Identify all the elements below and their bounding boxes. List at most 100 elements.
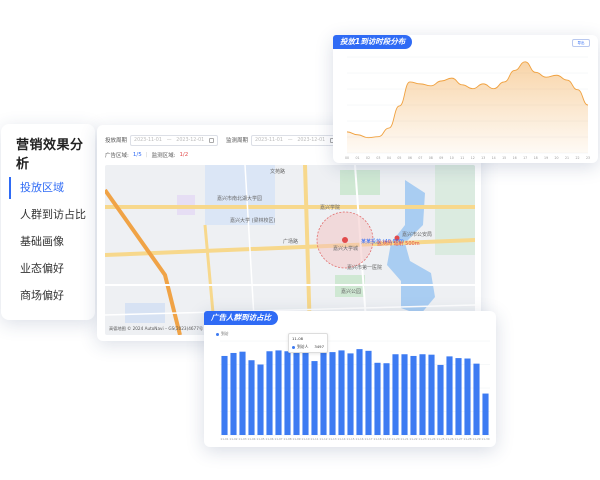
line-x-tick: 13 xyxy=(481,156,485,160)
bar[interactable] xyxy=(329,352,336,435)
bar[interactable] xyxy=(338,350,345,435)
bar[interactable] xyxy=(239,351,246,435)
sidebar-item-basic-profile[interactable]: 基础画像 xyxy=(9,231,91,253)
river-shape xyxy=(387,180,435,315)
center-marker-icon[interactable] xyxy=(342,237,348,243)
bar-x-tick: 11-11 xyxy=(310,437,318,441)
line-x-tick: 21 xyxy=(565,156,569,160)
delivery-period-picker[interactable]: 2023-11-01 — 2023-12-01 xyxy=(130,134,219,146)
bar[interactable] xyxy=(473,363,480,435)
sidebar-item-visit-ratio[interactable]: 人群到访占比 xyxy=(9,204,91,226)
bar-x-tick: 11-16 xyxy=(355,437,363,441)
bar[interactable] xyxy=(410,355,417,435)
bar-x-tick: 11-17 xyxy=(364,437,372,441)
bar[interactable] xyxy=(311,361,318,435)
map-copyright: 高德地图 © 2024 AutoNavi – GS(2023)4677号 xyxy=(109,325,203,332)
tooltip-value: 3497 xyxy=(314,344,324,349)
tooltip-dot-icon xyxy=(292,346,295,349)
monitor-period-label: 监测周期 xyxy=(226,138,249,144)
line-x-tick: 11 xyxy=(460,156,464,160)
bar[interactable] xyxy=(230,352,237,435)
bar-x-tick: 11-14 xyxy=(337,437,345,441)
bar[interactable] xyxy=(446,356,453,435)
bar-x-tick: 11-30 xyxy=(481,437,489,441)
bar-x-tick: 11-09 xyxy=(292,437,300,441)
line-x-tick: 22 xyxy=(575,156,579,160)
delivery-period-label: 投放周期 xyxy=(105,138,128,144)
ad-area-value[interactable]: 1/5 xyxy=(133,152,142,158)
map-label-wenyuan: 文苑路 xyxy=(270,168,285,175)
bar[interactable] xyxy=(293,350,300,435)
bar[interactable] xyxy=(221,355,228,435)
line-x-tick: 23 xyxy=(586,156,590,160)
map-view[interactable]: 嘉兴市南北湖大学园 嘉兴大学 (梁林校区) 嘉兴学院 嘉兴大学城 某某投放 (4… xyxy=(105,165,475,335)
bar-x-tick: 11-05 xyxy=(256,437,264,441)
monitor-period-picker[interactable]: 2023-11-01 — 2023-12-01 xyxy=(251,134,340,146)
bar-x-tick: 11-02 xyxy=(229,437,237,441)
bar-x-tick: 11-29 xyxy=(472,437,480,441)
delivery-start-date: 2023-11-01 xyxy=(134,137,162,143)
bar[interactable] xyxy=(248,360,255,435)
delivery-end-date: 2023-12-01 xyxy=(176,137,205,143)
bar-chart-tooltip: 11-08 到访人 3497 xyxy=(288,333,328,353)
bar-x-tick: 11-08 xyxy=(283,437,291,441)
line-chart: 00 01 02 03 04 05 06 07 08 09 10 11 12 13 14 15 16 17 18 19… xyxy=(345,56,590,160)
bar-x-tick: 11-10 xyxy=(301,437,309,441)
line-x-tick: 03 xyxy=(376,156,380,160)
bar[interactable] xyxy=(257,364,264,436)
line-area-fill xyxy=(347,61,588,153)
bar[interactable] xyxy=(284,351,291,435)
bar[interactable] xyxy=(356,349,363,435)
bar[interactable] xyxy=(392,354,399,435)
map-canvas: 嘉兴市南北湖大学园 嘉兴大学 (梁林校区) 嘉兴学院 嘉兴大学城 某某投放 (4… xyxy=(105,165,475,335)
bar[interactable] xyxy=(437,364,444,435)
sidebar-nav: 营销效果分析 投放区域 人群到访占比 基础画像 业态偏好 商场偏好 xyxy=(1,124,95,320)
bar[interactable] xyxy=(428,354,435,435)
bar-chart-card: 广告人群到访占比 到访 11-01 11-02 11-03 11-04 11-05 11-… xyxy=(204,311,496,447)
monitor-date-separator: — xyxy=(287,137,293,143)
bar[interactable] xyxy=(419,354,426,435)
line-x-tick: 06 xyxy=(408,156,412,160)
bar-x-tick: 11-24 xyxy=(427,437,435,441)
map-label-police: 嘉兴市公安局 xyxy=(402,231,432,238)
sidebar-item-mall-preference[interactable]: 商场偏好 xyxy=(9,285,91,307)
line-x-tick: 07 xyxy=(418,156,422,160)
bar-x-tick: 11-12 xyxy=(319,437,327,441)
monitor-area-value[interactable]: 1/2 xyxy=(179,152,188,158)
bar[interactable] xyxy=(320,352,327,435)
map-label-monitor: 监测周 辐射 500m xyxy=(377,240,420,247)
map-label-university: 嘉兴市南北湖大学园 xyxy=(217,195,262,202)
bar[interactable] xyxy=(374,362,381,435)
monitor-start-date: 2023-11-01 xyxy=(255,137,283,143)
map-label-hospital: 嘉兴市第一医院 xyxy=(347,264,382,271)
line-x-tick: 05 xyxy=(397,156,401,160)
bar[interactable] xyxy=(266,351,273,435)
map-label-park: 嘉兴公园 xyxy=(341,288,361,295)
map-label-guangcha: 广场路 xyxy=(283,238,298,245)
map-label-campus: 嘉兴大学 (梁林校区) xyxy=(230,217,276,224)
sidebar-item-business-preference[interactable]: 业态偏好 xyxy=(9,258,91,280)
bar-x-tick: 11-18 xyxy=(373,437,381,441)
sidebar-item-delivery-area[interactable]: 投放区域 xyxy=(9,177,91,199)
tooltip-series-name: 到访人 xyxy=(297,344,309,349)
bar[interactable] xyxy=(464,358,471,435)
line-x-tick: 14 xyxy=(492,156,496,160)
bar[interactable] xyxy=(482,393,489,435)
sidebar-title: 营销效果分析 xyxy=(16,138,84,172)
line-x-tick: 02 xyxy=(366,156,370,160)
bar[interactable] xyxy=(383,363,390,435)
bar-x-tick: 11-28 xyxy=(463,437,471,441)
bar-chart: 11-01 11-02 11-03 11-04 11-05 11-06 11-07 11-08… xyxy=(220,340,490,441)
calendar-icon xyxy=(208,137,214,143)
line-x-tick: 01 xyxy=(355,156,359,160)
bar[interactable] xyxy=(455,358,462,435)
bar[interactable] xyxy=(275,350,282,435)
bar-x-tick: 11-25 xyxy=(436,437,444,441)
bar[interactable] xyxy=(401,354,408,435)
bar[interactable] xyxy=(302,352,309,435)
bar-x-tick: 11-26 xyxy=(445,437,453,441)
bar[interactable] xyxy=(365,350,372,435)
bar-x-tick: 11-27 xyxy=(454,437,462,441)
bar-x-tick: 11-15 xyxy=(346,437,354,441)
bar[interactable] xyxy=(347,353,354,435)
